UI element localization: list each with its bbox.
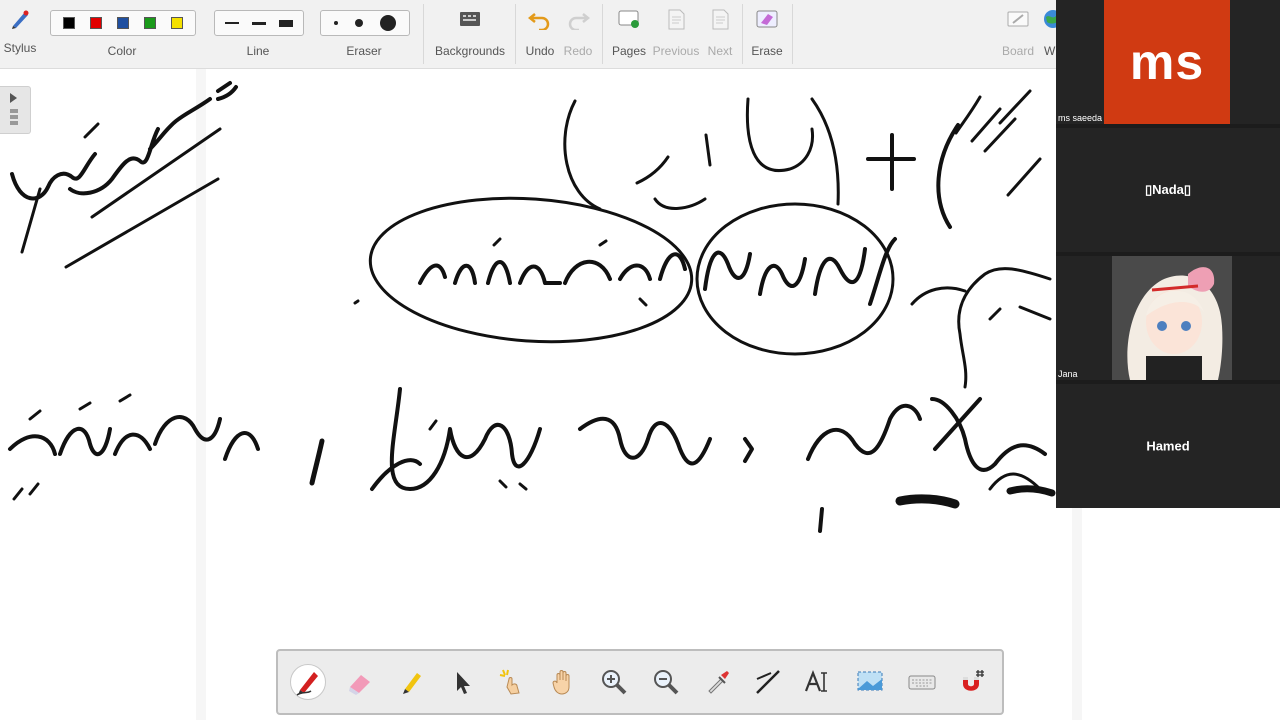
backgrounds-button[interactable]: Backgrounds bbox=[430, 0, 510, 68]
color-palette bbox=[50, 10, 196, 36]
globe-icon bbox=[1044, 10, 1056, 28]
participants-panel: ms ms saeeda ▯Nada▯ Jana Hamed bbox=[1056, 0, 1280, 508]
eraser-size-picker bbox=[320, 10, 410, 36]
previous-page-icon bbox=[668, 9, 685, 30]
next-page-icon bbox=[712, 9, 729, 30]
zoom-in-icon bbox=[602, 670, 627, 695]
redo-label: Redo bbox=[563, 44, 593, 58]
text-tool-icon bbox=[804, 669, 827, 692]
participant-name-jana: Jana bbox=[1058, 369, 1078, 379]
undo-label: Undo bbox=[525, 44, 555, 58]
screen-capture-button[interactable] bbox=[852, 664, 888, 700]
color-swatch-black[interactable] bbox=[62, 17, 75, 29]
redo-icon bbox=[568, 13, 591, 30]
line-tool-button[interactable] bbox=[750, 664, 786, 700]
bottom-tool-bar bbox=[276, 649, 1004, 715]
magnet-snap-button[interactable] bbox=[954, 664, 990, 700]
keyboard-button[interactable] bbox=[904, 664, 940, 700]
select-pointer-button[interactable] bbox=[444, 664, 480, 700]
stylus-icon bbox=[12, 10, 29, 29]
text-tool-button[interactable] bbox=[800, 664, 836, 700]
pipette-icon bbox=[708, 671, 729, 694]
pages-label: Pages bbox=[611, 44, 647, 58]
board-label: Board bbox=[1001, 44, 1035, 58]
pan-hand-button[interactable] bbox=[546, 664, 582, 700]
anime-avatar-image bbox=[1112, 256, 1232, 380]
hand-pan-icon bbox=[552, 670, 570, 695]
color-swatch-yellow[interactable] bbox=[171, 17, 184, 29]
pages-icon bbox=[618, 10, 639, 28]
participant-tile-nada[interactable]: ▯Nada▯ bbox=[1056, 128, 1280, 252]
ribbon-divider bbox=[423, 4, 424, 64]
ribbon-divider bbox=[515, 4, 516, 64]
eraser-medium-option[interactable] bbox=[354, 19, 363, 27]
line-thin-option[interactable] bbox=[225, 22, 240, 24]
next-label: Next bbox=[707, 44, 733, 58]
zoom-out-icon bbox=[654, 670, 679, 695]
color-swatch-blue[interactable] bbox=[116, 17, 129, 29]
highlighter-icon bbox=[403, 673, 421, 694]
color-swatch-green[interactable] bbox=[144, 17, 157, 29]
participant-tile-ms-saeeda[interactable]: ms ms saeeda bbox=[1056, 0, 1280, 124]
pipette-button[interactable] bbox=[700, 664, 736, 700]
web-label: W bbox=[1044, 44, 1056, 58]
magnet-snap-icon bbox=[963, 670, 984, 691]
redo-button[interactable]: Redo bbox=[560, 0, 596, 68]
laser-pointer-button[interactable] bbox=[494, 664, 530, 700]
ribbon-divider bbox=[792, 4, 793, 64]
pen-tool-button[interactable] bbox=[290, 664, 326, 700]
line-thick-option[interactable] bbox=[278, 19, 293, 27]
undo-icon bbox=[527, 13, 550, 30]
erase-label: Erase bbox=[751, 44, 783, 58]
backgrounds-label: Backgrounds bbox=[434, 44, 506, 58]
zoom-in-button[interactable] bbox=[596, 664, 632, 700]
color-swatch-red[interactable] bbox=[89, 17, 102, 29]
stylus-button[interactable]: Stylus bbox=[0, 0, 40, 68]
pages-button[interactable]: Pages bbox=[608, 0, 650, 68]
eraser-tool-button[interactable] bbox=[342, 664, 378, 700]
erase-all-icon bbox=[756, 10, 778, 28]
handwriting-ink bbox=[8, 81, 1056, 533]
eraser-tool-icon bbox=[349, 675, 370, 695]
color-group: Color bbox=[46, 0, 198, 68]
board-button[interactable]: Board bbox=[998, 0, 1038, 68]
laser-pointer-icon bbox=[499, 669, 520, 695]
board-icon bbox=[1007, 11, 1029, 27]
top-ribbon: Stylus Color Line Eraser Backgrounds Und… bbox=[0, 0, 1056, 69]
eraser-large-option[interactable] bbox=[380, 15, 397, 31]
eraser-small-option[interactable] bbox=[333, 21, 338, 25]
web-button[interactable]: W bbox=[1040, 0, 1056, 68]
screen-capture-icon bbox=[857, 671, 883, 691]
line-width-picker bbox=[214, 10, 304, 36]
participant-tile-hamed[interactable]: Hamed bbox=[1056, 384, 1280, 508]
next-page-button[interactable]: Next bbox=[702, 0, 738, 68]
undo-button[interactable]: Undo bbox=[520, 0, 560, 68]
avatar bbox=[1112, 256, 1232, 380]
pen-tool-icon bbox=[296, 672, 318, 696]
line-tool-icon bbox=[756, 670, 780, 694]
eraser-group: Eraser bbox=[318, 0, 410, 68]
stylus-label: Stylus bbox=[3, 41, 37, 55]
color-label: Color bbox=[107, 44, 137, 58]
highlighter-button[interactable] bbox=[394, 664, 430, 700]
zoom-out-button[interactable] bbox=[648, 664, 684, 700]
erase-button[interactable]: Erase bbox=[746, 0, 788, 68]
eraser-label: Eraser bbox=[346, 44, 382, 58]
participant-name-ms-saeeda: ms saeeda bbox=[1058, 113, 1103, 123]
ms-avatar-logo: ms bbox=[1104, 0, 1230, 124]
line-label: Line bbox=[246, 44, 270, 58]
previous-label: Previous bbox=[652, 44, 700, 58]
line-group: Line bbox=[212, 0, 304, 68]
ribbon-divider bbox=[602, 4, 603, 64]
previous-page-button[interactable]: Previous bbox=[652, 0, 700, 68]
participant-name-hamed: Hamed bbox=[1146, 438, 1190, 454]
participant-name-nada: ▯Nada▯ bbox=[1144, 182, 1192, 197]
pointer-icon bbox=[457, 672, 470, 694]
participant-tile-jana[interactable]: Jana bbox=[1056, 256, 1280, 380]
ribbon-divider bbox=[742, 4, 743, 64]
backgrounds-icon bbox=[460, 12, 480, 26]
line-medium-option[interactable] bbox=[251, 21, 266, 25]
page-border-right bbox=[1072, 508, 1082, 720]
keyboard-icon bbox=[908, 675, 936, 690]
